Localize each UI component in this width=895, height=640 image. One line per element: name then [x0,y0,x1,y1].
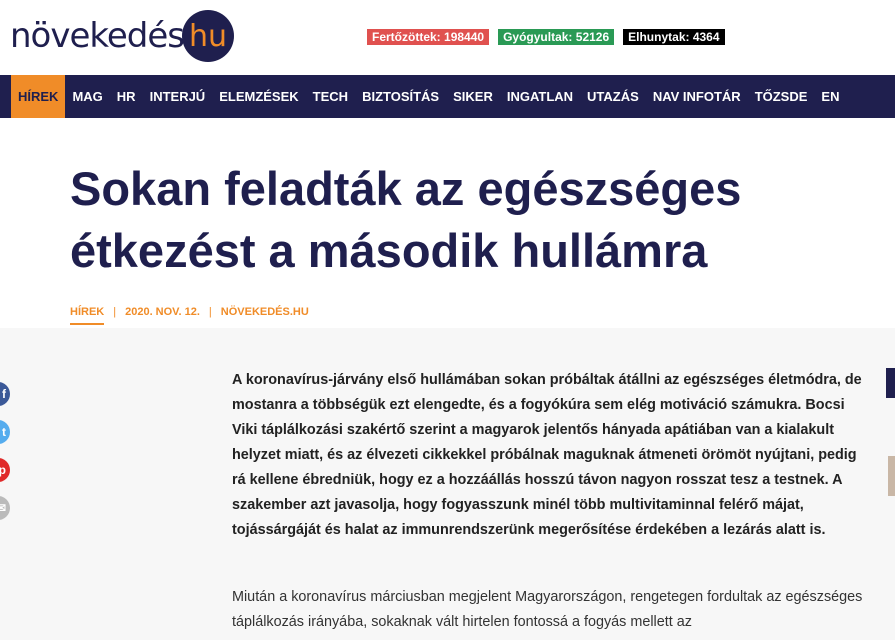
nav-item-mag[interactable]: MAG [65,75,109,118]
nav-item-utazas[interactable]: UTAZÁS [580,75,646,118]
nav-item-siker[interactable]: SIKER [446,75,500,118]
sidebar-tab[interactable] [886,368,895,398]
nav-item-en[interactable]: EN [814,75,846,118]
logo-text: növekedés [10,16,185,56]
article-date: 2020. NOV. 12. [125,306,200,318]
nav-item-elemzesek[interactable]: ELEMZÉSEK [212,75,305,118]
nav-item-nav-infotar[interactable]: NAV INFOTÁR [646,75,748,118]
stat-infected: Fertőzöttek: 198440 [367,29,490,45]
twitter-icon[interactable]: t [0,420,10,444]
article-meta: HÍREK | 2020. NOV. 12. | NÖVEKEDÉS.HU [70,306,309,325]
article-header: Sokan feladták az egészséges étkezést a … [0,118,895,328]
article-content: f t p ✉ A koronavírus-járvány első hullá… [0,328,895,640]
article-source-link[interactable]: NÖVEKEDÉS.HU [221,306,309,318]
main-nav: HÍREK MAG HR INTERJÚ ELEMZÉSEK TECH BIZT… [0,75,895,118]
site-logo[interactable]: növekedés hu [10,8,234,64]
social-share-bar: f t p ✉ [0,382,10,520]
pinterest-icon[interactable]: p [0,458,10,482]
meta-separator: | [208,306,212,318]
title-line-2: étkezést a második hullámra [70,224,708,277]
meta-separator: | [113,306,117,318]
title-line-1: Sokan feladták az egészséges [70,162,742,215]
covid-stats: Fertőzöttek: 198440 Gyógyultak: 52126 El… [367,29,725,45]
email-icon[interactable]: ✉ [0,496,10,520]
article-title: Sokan feladták az egészséges étkezést a … [70,158,895,282]
article-body-paragraph: Miután a koronavírus márciusban megjelen… [232,589,863,630]
stat-recovered: Gyógyultak: 52126 [498,29,615,45]
sidebar-ad-thumbnail[interactable] [888,456,895,496]
stat-deceased: Elhunytak: 4364 [623,29,725,45]
site-header: növekedés hu Fertőzöttek: 198440 Gyógyul… [0,0,895,75]
nav-item-tech[interactable]: TECH [306,75,355,118]
article-category-link[interactable]: HÍREK [70,306,105,325]
logo-hu-badge: hu [182,10,234,62]
article-lead: A koronavírus-járvány első hullámában so… [232,372,862,538]
nav-item-hr[interactable]: HR [110,75,143,118]
nav-item-biztositas[interactable]: BIZTOSÍTÁS [355,75,446,118]
nav-item-ingatlan[interactable]: INGATLAN [500,75,580,118]
facebook-icon[interactable]: f [0,382,10,406]
nav-item-interju[interactable]: INTERJÚ [143,75,213,118]
nav-item-tozsde[interactable]: TŐZSDE [748,75,815,118]
nav-item-hirek[interactable]: HÍREK [11,75,66,118]
